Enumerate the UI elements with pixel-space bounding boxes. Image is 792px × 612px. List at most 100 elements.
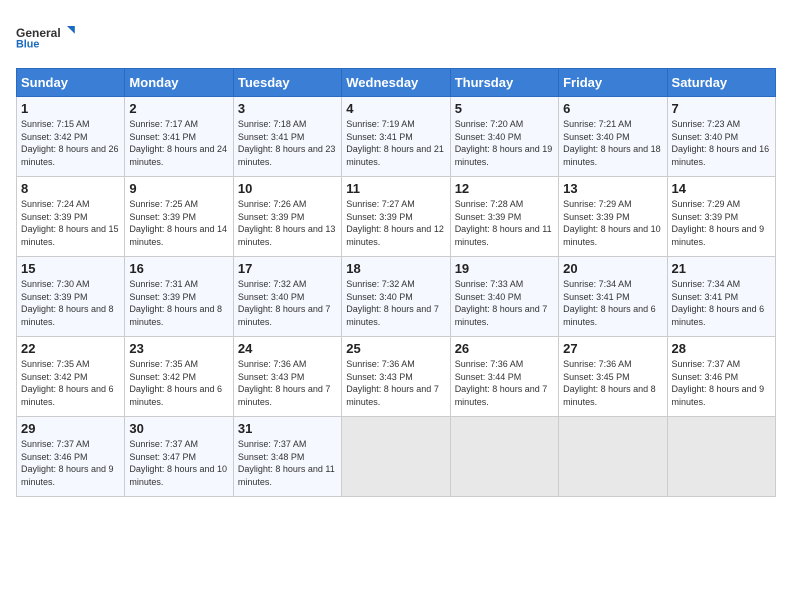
cell-info: Sunrise: 7:29 AMSunset: 3:39 PMDaylight:…	[563, 199, 661, 247]
day-number: 20	[563, 261, 662, 276]
cell-info: Sunrise: 7:28 AMSunset: 3:39 PMDaylight:…	[455, 199, 552, 247]
day-number: 4	[346, 101, 445, 116]
cell-info: Sunrise: 7:21 AMSunset: 3:40 PMDaylight:…	[563, 119, 661, 167]
day-number: 10	[238, 181, 337, 196]
col-header-friday: Friday	[559, 69, 667, 97]
calendar-cell: 2 Sunrise: 7:17 AMSunset: 3:41 PMDayligh…	[125, 97, 233, 177]
cell-info: Sunrise: 7:26 AMSunset: 3:39 PMDaylight:…	[238, 199, 336, 247]
calendar-cell: 13 Sunrise: 7:29 AMSunset: 3:39 PMDaylig…	[559, 177, 667, 257]
calendar-cell: 1 Sunrise: 7:15 AMSunset: 3:42 PMDayligh…	[17, 97, 125, 177]
day-number: 15	[21, 261, 120, 276]
day-number: 13	[563, 181, 662, 196]
calendar-week-3: 15 Sunrise: 7:30 AMSunset: 3:39 PMDaylig…	[17, 257, 776, 337]
calendar-cell	[559, 417, 667, 497]
day-number: 5	[455, 101, 554, 116]
calendar-cell: 26 Sunrise: 7:36 AMSunset: 3:44 PMDaylig…	[450, 337, 558, 417]
cell-info: Sunrise: 7:36 AMSunset: 3:45 PMDaylight:…	[563, 359, 656, 407]
logo: General Blue	[16, 16, 76, 60]
day-number: 17	[238, 261, 337, 276]
day-number: 26	[455, 341, 554, 356]
cell-info: Sunrise: 7:18 AMSunset: 3:41 PMDaylight:…	[238, 119, 336, 167]
cell-info: Sunrise: 7:34 AMSunset: 3:41 PMDaylight:…	[563, 279, 656, 327]
day-number: 27	[563, 341, 662, 356]
col-header-saturday: Saturday	[667, 69, 775, 97]
calendar-week-5: 29 Sunrise: 7:37 AMSunset: 3:46 PMDaylig…	[17, 417, 776, 497]
calendar-week-1: 1 Sunrise: 7:15 AMSunset: 3:42 PMDayligh…	[17, 97, 776, 177]
calendar-cell: 25 Sunrise: 7:36 AMSunset: 3:43 PMDaylig…	[342, 337, 450, 417]
cell-info: Sunrise: 7:19 AMSunset: 3:41 PMDaylight:…	[346, 119, 444, 167]
calendar-cell: 5 Sunrise: 7:20 AMSunset: 3:40 PMDayligh…	[450, 97, 558, 177]
calendar-cell: 6 Sunrise: 7:21 AMSunset: 3:40 PMDayligh…	[559, 97, 667, 177]
calendar-cell: 24 Sunrise: 7:36 AMSunset: 3:43 PMDaylig…	[233, 337, 341, 417]
calendar-cell: 18 Sunrise: 7:32 AMSunset: 3:40 PMDaylig…	[342, 257, 450, 337]
calendar-cell: 28 Sunrise: 7:37 AMSunset: 3:46 PMDaylig…	[667, 337, 775, 417]
day-number: 19	[455, 261, 554, 276]
cell-info: Sunrise: 7:36 AMSunset: 3:43 PMDaylight:…	[346, 359, 439, 407]
cell-info: Sunrise: 7:37 AMSunset: 3:47 PMDaylight:…	[129, 439, 227, 487]
calendar-cell: 23 Sunrise: 7:35 AMSunset: 3:42 PMDaylig…	[125, 337, 233, 417]
cell-info: Sunrise: 7:30 AMSunset: 3:39 PMDaylight:…	[21, 279, 114, 327]
calendar-cell: 20 Sunrise: 7:34 AMSunset: 3:41 PMDaylig…	[559, 257, 667, 337]
calendar-cell: 7 Sunrise: 7:23 AMSunset: 3:40 PMDayligh…	[667, 97, 775, 177]
cell-info: Sunrise: 7:25 AMSunset: 3:39 PMDaylight:…	[129, 199, 227, 247]
col-header-sunday: Sunday	[17, 69, 125, 97]
calendar-cell: 27 Sunrise: 7:36 AMSunset: 3:45 PMDaylig…	[559, 337, 667, 417]
day-number: 9	[129, 181, 228, 196]
calendar-cell: 15 Sunrise: 7:30 AMSunset: 3:39 PMDaylig…	[17, 257, 125, 337]
cell-info: Sunrise: 7:37 AMSunset: 3:46 PMDaylight:…	[21, 439, 114, 487]
cell-info: Sunrise: 7:17 AMSunset: 3:41 PMDaylight:…	[129, 119, 227, 167]
col-header-wednesday: Wednesday	[342, 69, 450, 97]
calendar-cell: 9 Sunrise: 7:25 AMSunset: 3:39 PMDayligh…	[125, 177, 233, 257]
day-number: 23	[129, 341, 228, 356]
cell-info: Sunrise: 7:37 AMSunset: 3:48 PMDaylight:…	[238, 439, 335, 487]
day-number: 24	[238, 341, 337, 356]
cell-info: Sunrise: 7:34 AMSunset: 3:41 PMDaylight:…	[672, 279, 765, 327]
calendar-week-2: 8 Sunrise: 7:24 AMSunset: 3:39 PMDayligh…	[17, 177, 776, 257]
day-number: 2	[129, 101, 228, 116]
calendar-cell: 31 Sunrise: 7:37 AMSunset: 3:48 PMDaylig…	[233, 417, 341, 497]
cell-info: Sunrise: 7:36 AMSunset: 3:43 PMDaylight:…	[238, 359, 331, 407]
calendar-cell: 30 Sunrise: 7:37 AMSunset: 3:47 PMDaylig…	[125, 417, 233, 497]
cell-info: Sunrise: 7:31 AMSunset: 3:39 PMDaylight:…	[129, 279, 222, 327]
cell-info: Sunrise: 7:35 AMSunset: 3:42 PMDaylight:…	[21, 359, 114, 407]
calendar-cell	[450, 417, 558, 497]
calendar-cell	[342, 417, 450, 497]
calendar-cell: 12 Sunrise: 7:28 AMSunset: 3:39 PMDaylig…	[450, 177, 558, 257]
logo-svg: General Blue	[16, 16, 76, 60]
cell-info: Sunrise: 7:35 AMSunset: 3:42 PMDaylight:…	[129, 359, 222, 407]
cell-info: Sunrise: 7:29 AMSunset: 3:39 PMDaylight:…	[672, 199, 765, 247]
day-number: 6	[563, 101, 662, 116]
col-header-tuesday: Tuesday	[233, 69, 341, 97]
cell-info: Sunrise: 7:36 AMSunset: 3:44 PMDaylight:…	[455, 359, 548, 407]
day-number: 18	[346, 261, 445, 276]
calendar-cell: 29 Sunrise: 7:37 AMSunset: 3:46 PMDaylig…	[17, 417, 125, 497]
svg-text:Blue: Blue	[16, 39, 39, 51]
day-number: 8	[21, 181, 120, 196]
calendar-cell: 17 Sunrise: 7:32 AMSunset: 3:40 PMDaylig…	[233, 257, 341, 337]
cell-info: Sunrise: 7:33 AMSunset: 3:40 PMDaylight:…	[455, 279, 548, 327]
day-number: 31	[238, 421, 337, 436]
cell-info: Sunrise: 7:32 AMSunset: 3:40 PMDaylight:…	[238, 279, 331, 327]
cell-info: Sunrise: 7:27 AMSunset: 3:39 PMDaylight:…	[346, 199, 444, 247]
calendar-cell: 8 Sunrise: 7:24 AMSunset: 3:39 PMDayligh…	[17, 177, 125, 257]
day-number: 21	[672, 261, 771, 276]
day-number: 1	[21, 101, 120, 116]
calendar-cell: 19 Sunrise: 7:33 AMSunset: 3:40 PMDaylig…	[450, 257, 558, 337]
day-number: 30	[129, 421, 228, 436]
calendar-table: SundayMondayTuesdayWednesdayThursdayFrid…	[16, 68, 776, 497]
cell-info: Sunrise: 7:20 AMSunset: 3:40 PMDaylight:…	[455, 119, 553, 167]
day-number: 16	[129, 261, 228, 276]
calendar-cell: 4 Sunrise: 7:19 AMSunset: 3:41 PMDayligh…	[342, 97, 450, 177]
svg-text:General: General	[16, 26, 61, 40]
header: General Blue	[16, 16, 776, 60]
cell-info: Sunrise: 7:15 AMSunset: 3:42 PMDaylight:…	[21, 119, 119, 167]
day-number: 3	[238, 101, 337, 116]
day-number: 22	[21, 341, 120, 356]
calendar-cell: 16 Sunrise: 7:31 AMSunset: 3:39 PMDaylig…	[125, 257, 233, 337]
calendar-cell: 22 Sunrise: 7:35 AMSunset: 3:42 PMDaylig…	[17, 337, 125, 417]
day-number: 29	[21, 421, 120, 436]
day-number: 7	[672, 101, 771, 116]
calendar-cell: 14 Sunrise: 7:29 AMSunset: 3:39 PMDaylig…	[667, 177, 775, 257]
cell-info: Sunrise: 7:24 AMSunset: 3:39 PMDaylight:…	[21, 199, 119, 247]
day-number: 12	[455, 181, 554, 196]
